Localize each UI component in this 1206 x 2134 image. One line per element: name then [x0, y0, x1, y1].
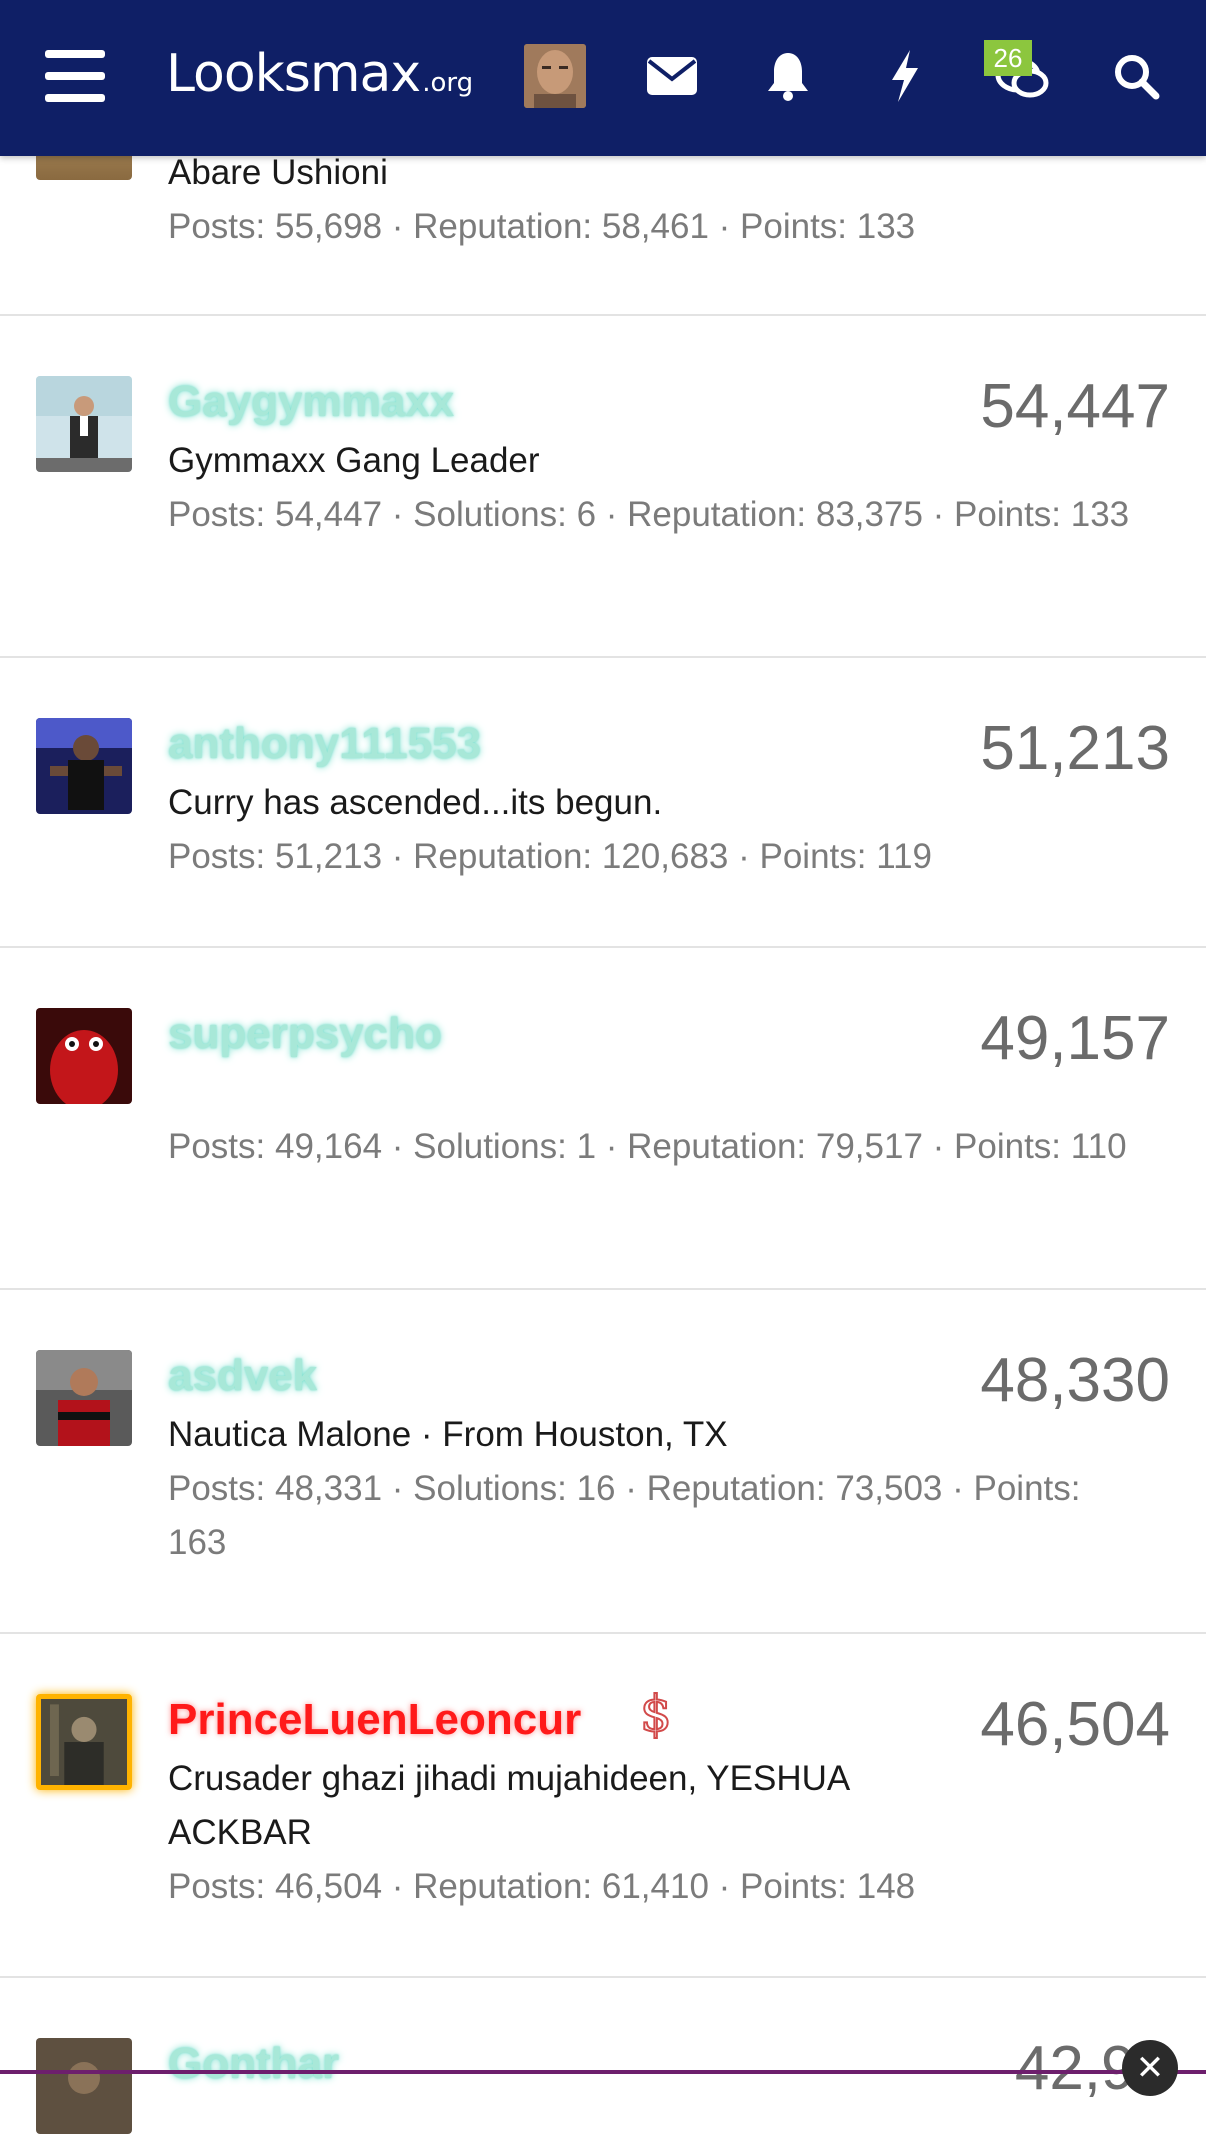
alerts-button[interactable] [760, 46, 816, 106]
avatar[interactable] [524, 44, 586, 108]
member-title: Gymmaxx Gang Leader [168, 434, 928, 488]
list-item: superpsycho 49,157 Posts: 49,164 · Solut… [0, 948, 1206, 1290]
menu-button[interactable] [44, 46, 106, 106]
list-item: Gaygymmaxx 54,447 Gymmaxx Gang Leader Po… [0, 316, 1206, 658]
member-stats: Posts: 46,504 · Reputation: 61,410 · Poi… [168, 1860, 1178, 1914]
member-title: Curry has ascended...its begun. [168, 776, 928, 830]
member-message-count: 46,504 [980, 1690, 1170, 1760]
member-avatar[interactable] [36, 1694, 132, 1790]
member-message-count: 51,213 [980, 714, 1170, 784]
member-message-count: 48,330 [980, 1346, 1170, 1416]
search-button[interactable] [1106, 46, 1166, 106]
conversations-count-badge: 26 [984, 40, 1032, 76]
member-title: Crusader ghazi jihadi mujahideen, YESHUA… [168, 1752, 928, 1860]
search-icon [1112, 52, 1160, 100]
member-name[interactable]: PrinceLuenLeoncur [168, 1694, 581, 1746]
member-stats: Posts: 48,331 · Solutions: 16 · Reputati… [168, 1462, 1088, 1570]
list-item: Gonthar 42,92 [0, 1978, 1206, 2098]
member-name[interactable]: superpsycho [168, 1008, 442, 1060]
member-stats: Posts: 51,213 · Reputation: 120,683 · Po… [168, 830, 1178, 884]
member-avatar[interactable] [36, 718, 132, 814]
site-logo[interactable]: Looksmax.org [166, 44, 473, 113]
close-icon[interactable]: ✕ [1122, 2040, 1178, 2096]
member-name[interactable]: Gonthar [168, 2038, 339, 2090]
inbox-button[interactable] [644, 48, 700, 104]
logo-text: Looksmax [166, 44, 420, 104]
member-stats: Posts: 49,164 · Solutions: 1 · Reputatio… [168, 1120, 1178, 1174]
dollar-icon: $ [640, 1686, 672, 1742]
bell-icon [766, 51, 810, 101]
member-title: Nautica Malone · From Houston, TX [168, 1408, 928, 1462]
member-name[interactable]: Gaygymmaxx [168, 376, 454, 428]
member-avatar[interactable] [36, 376, 132, 472]
menu-icon [45, 50, 105, 102]
member-avatar[interactable] [36, 1350, 132, 1446]
member-name[interactable]: anthony111553 [168, 718, 481, 770]
member-message-count: 54,447 [980, 372, 1170, 442]
bolt-icon [888, 50, 922, 102]
member-avatar[interactable] [36, 1008, 132, 1104]
member-stats: Posts: 55,698 · Reputation: 58,461 · Poi… [168, 200, 1178, 254]
whats-new-button[interactable] [880, 46, 930, 106]
list-item: PrinceLuenLeoncur $ 46,504 Crusader ghaz… [0, 1634, 1206, 1978]
member-avatar[interactable] [36, 2038, 132, 2134]
list-item: asdvek 48,330 Nautica Malone · From Hous… [0, 1290, 1206, 1634]
bottom-divider [0, 2070, 1206, 2074]
logo-tld: .org [422, 68, 473, 98]
top-navigation-bar: Looksmax.org 26 [0, 0, 1206, 156]
member-stats: Posts: 54,447 · Solutions: 6 · Reputatio… [168, 488, 1178, 542]
envelope-icon [647, 57, 697, 95]
list-item: anthony111553 51,213 Curry has ascended.… [0, 658, 1206, 948]
member-name[interactable]: asdvek [168, 1350, 317, 1402]
member-message-count: 49,157 [980, 1004, 1170, 1074]
